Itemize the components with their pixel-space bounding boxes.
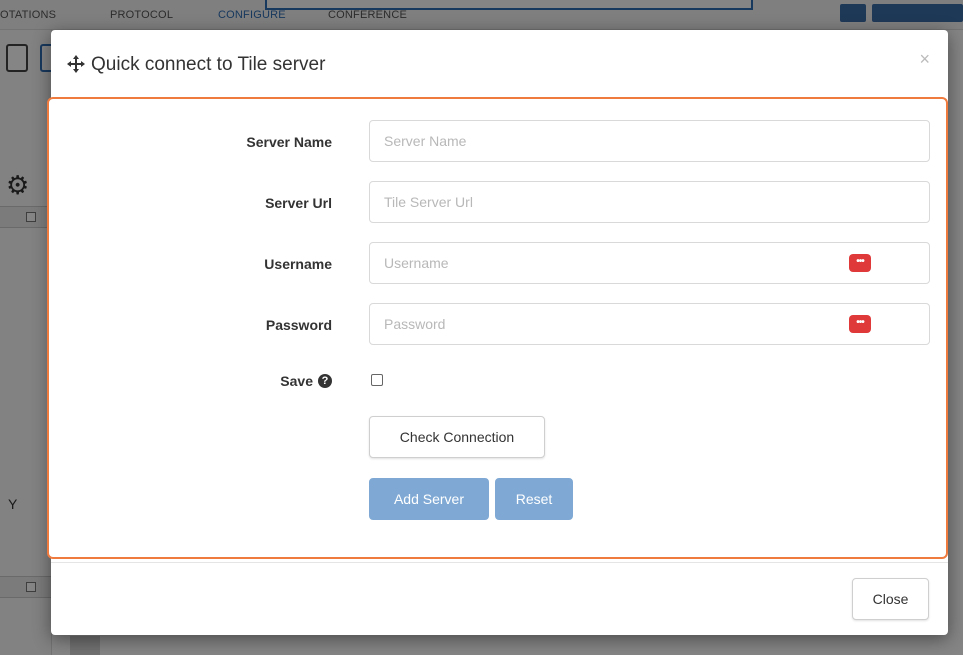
password-label: Password bbox=[265, 317, 332, 333]
password-manager-icon[interactable]: ••• bbox=[849, 254, 871, 272]
username-label: Username bbox=[264, 256, 332, 272]
server-name-input[interactable] bbox=[369, 120, 930, 162]
reset-button[interactable]: Reset bbox=[495, 478, 573, 520]
dialog-header[interactable]: Quick connect to Tile server × bbox=[51, 30, 948, 96]
save-label: Save bbox=[280, 373, 313, 389]
server-url-input[interactable] bbox=[369, 181, 930, 223]
check-connection-button[interactable]: Check Connection bbox=[369, 416, 545, 458]
server-name-label: Server Name bbox=[246, 134, 332, 150]
info-icon[interactable]: ? bbox=[318, 374, 332, 388]
username-input[interactable] bbox=[369, 242, 930, 284]
move-arrows-icon[interactable] bbox=[67, 55, 85, 73]
quick-connect-dialog: Quick connect to Tile server × Server Na… bbox=[47, 30, 948, 635]
dialog-footer: Close bbox=[51, 562, 948, 635]
password-input[interactable] bbox=[369, 303, 930, 345]
add-server-button[interactable]: Add Server bbox=[369, 478, 489, 520]
close-icon[interactable]: × bbox=[919, 50, 930, 68]
save-label-group: Save ? bbox=[280, 373, 332, 389]
server-url-label: Server Url bbox=[265, 195, 332, 211]
password-manager-icon[interactable]: ••• bbox=[849, 315, 871, 333]
dialog-title: Quick connect to Tile server bbox=[91, 54, 326, 75]
dialog-body: Server Name Server Url Username ••• Pass… bbox=[47, 97, 948, 559]
save-checkbox[interactable] bbox=[371, 374, 383, 386]
close-button[interactable]: Close bbox=[852, 578, 929, 620]
